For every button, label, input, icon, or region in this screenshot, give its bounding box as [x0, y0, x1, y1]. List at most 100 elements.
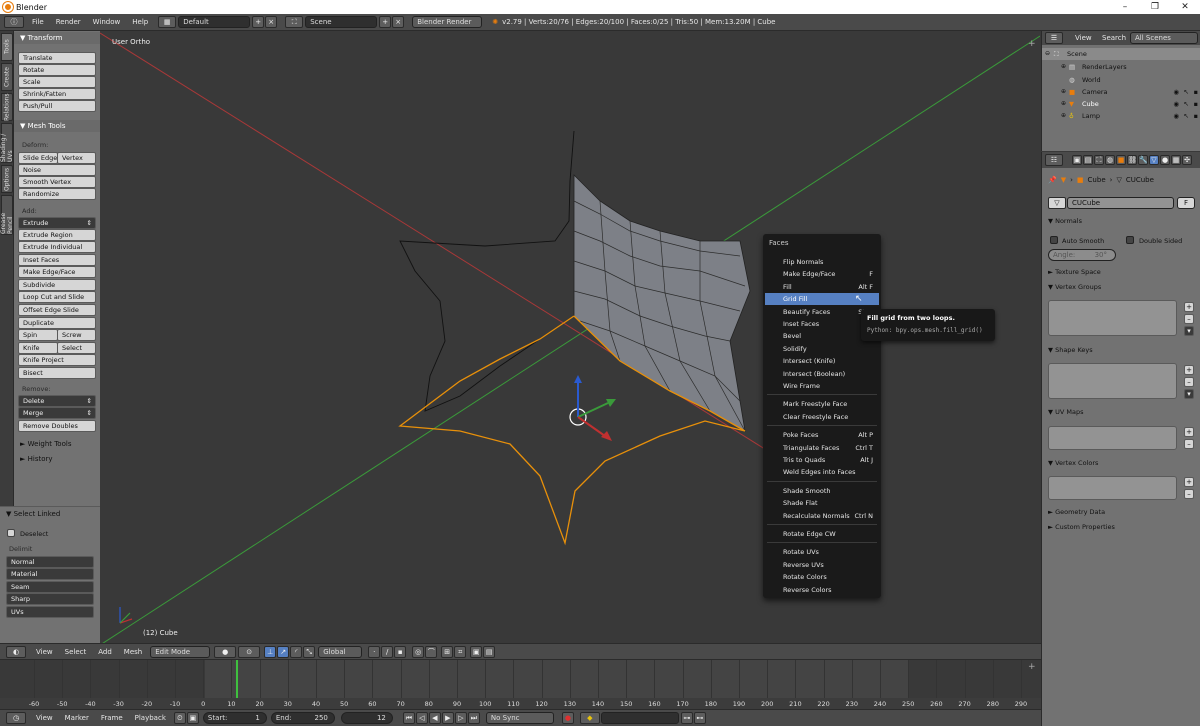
delimit-uvs-toggle[interactable]: UVs: [6, 606, 94, 618]
auto-keying-icon[interactable]: ●: [561, 712, 574, 724]
timeline-area[interactable]: -60 -50 -40 -30 -20 -10 0 10 20 30 40 50 60 70 80 90 100…: [0, 659, 1041, 710]
maximize-button[interactable]: ❐: [1140, 0, 1170, 14]
keying-set-field[interactable]: [600, 712, 679, 724]
spin-button[interactable]: Spin: [18, 329, 58, 341]
render-camera-icon[interactable]: ▪: [1194, 86, 1198, 98]
remove-doubles-button[interactable]: Remove Doubles: [18, 420, 96, 432]
edge-select-mode-icon[interactable]: /: [381, 645, 394, 658]
scene-icon-button[interactable]: ⛶: [285, 16, 304, 28]
extrude-select[interactable]: Extrude ⇕: [18, 217, 96, 229]
knife-button[interactable]: Knife: [18, 342, 58, 354]
rotate-manipulator-icon[interactable]: ◜: [290, 645, 303, 658]
render-camera-icon[interactable]: ▪: [1194, 98, 1198, 110]
expand-icon[interactable]: ⊕: [1061, 61, 1066, 73]
normals-panel-header[interactable]: ▼ Normals: [1048, 217, 1082, 225]
auto-smooth-checkbox[interactable]: [1050, 236, 1058, 244]
timeline-menu-frame[interactable]: Frame: [101, 714, 123, 722]
uv-maps-list[interactable]: [1048, 426, 1177, 450]
menu-item-fill[interactable]: Fill Alt F: [765, 281, 879, 293]
data-tab-icon[interactable]: ▽: [1149, 155, 1159, 165]
lock-frames-icon[interactable]: ▣: [186, 712, 199, 724]
subdivide-button[interactable]: Subdivide: [18, 279, 96, 291]
tab-create[interactable]: Create: [1, 63, 13, 91]
menu-item-weld-edges-into-faces[interactable]: Weld Edges into Faces: [765, 466, 879, 478]
material-tab-icon[interactable]: ●: [1160, 155, 1170, 165]
mesh-name-field[interactable]: CUCube: [1067, 197, 1174, 209]
deselect-checkbox[interactable]: [7, 529, 15, 537]
outliner-row-cube[interactable]: ⊕ ▼ Cube ◉ ↖ ▪: [1042, 98, 1200, 110]
geometry-data-panel-header[interactable]: ► Geometry Data: [1048, 508, 1105, 516]
manipulator-toggle-icon[interactable]: ⊥: [264, 645, 277, 658]
texture-space-panel-header[interactable]: ► Texture Space: [1048, 268, 1101, 276]
menu-item-mark-freestyle-face[interactable]: Mark Freestyle Face: [765, 398, 879, 410]
tab-grease-pencil[interactable]: Grease Pencil: [0, 195, 14, 235]
face-select-mode-icon[interactable]: ▪: [394, 645, 407, 658]
tab-options[interactable]: Options: [1, 165, 13, 193]
shape-keys-panel-header[interactable]: ▼ Shape Keys: [1048, 346, 1093, 354]
preview-range-icon[interactable]: ⏲: [173, 712, 186, 724]
visibility-eye-icon[interactable]: ◉: [1173, 98, 1179, 110]
timeline-menu-view[interactable]: View: [36, 714, 53, 722]
rotate-button[interactable]: Rotate: [18, 64, 96, 76]
vertex-colors-list[interactable]: [1048, 476, 1177, 500]
menu-item-reverse-uvs[interactable]: Reverse UVs: [765, 559, 879, 571]
menu-add[interactable]: Add: [98, 648, 112, 656]
delete-select[interactable]: Delete ⇕: [18, 395, 96, 407]
select-arrow-icon[interactable]: ↖: [1184, 98, 1189, 110]
editor-type-outliner-icon[interactable]: ☰: [1045, 32, 1063, 44]
menu-item-make-edge-face[interactable]: Make Edge/Face F: [765, 268, 879, 280]
vertex-group-specials-button[interactable]: ▾: [1184, 326, 1194, 336]
collapse-icon[interactable]: ⊖: [1045, 48, 1050, 60]
menu-item-rotate-uvs[interactable]: Rotate UVs: [765, 546, 879, 558]
menu-item-shade-flat[interactable]: Shade Flat: [765, 497, 879, 509]
timeline-menu-marker[interactable]: Marker: [65, 714, 89, 722]
push-pull-button[interactable]: Push/Pull: [18, 100, 96, 112]
randomize-button[interactable]: Randomize: [18, 188, 96, 200]
select-linked-panel-header[interactable]: ▼ Select Linked: [0, 508, 100, 520]
remove-uv-map-button[interactable]: –: [1184, 439, 1194, 449]
offset-edge-slide-button[interactable]: Offset Edge Slide: [18, 304, 96, 316]
menu-item-tris-to-quads[interactable]: Tris to Quads Alt J: [765, 454, 879, 466]
menu-item-solidify[interactable]: Solidify: [765, 343, 879, 355]
weight-tools-panel-header[interactable]: ► Weight Tools: [14, 438, 100, 450]
menu-help[interactable]: Help: [132, 18, 148, 26]
outliner-row-world[interactable]: ◍ World: [1042, 74, 1200, 86]
snap-element-icon[interactable]: ⌗: [454, 645, 467, 658]
delete-keyframe-icon[interactable]: ⊷: [693, 712, 706, 724]
slide-edge-button[interactable]: Slide Edge: [18, 152, 58, 164]
outliner-row-renderlayers[interactable]: ⊕ ▤ RenderLayers: [1042, 61, 1200, 73]
select-arrow-icon[interactable]: ↖: [1184, 86, 1189, 98]
close-window-button[interactable]: ✕: [1170, 0, 1200, 14]
end-frame-field[interactable]: End: 250: [270, 712, 335, 724]
insert-keyframe-icon[interactable]: ⊶: [680, 712, 693, 724]
outliner-view-menu[interactable]: View: [1075, 34, 1092, 42]
outliner-row-lamp[interactable]: ⊕ ♁ Lamp ◉ ↖ ▪: [1042, 110, 1200, 122]
add-vertex-group-button[interactable]: +: [1184, 302, 1194, 312]
menu-view[interactable]: View: [36, 648, 53, 656]
add-vertex-color-button[interactable]: +: [1184, 477, 1194, 487]
menu-item-shade-smooth[interactable]: Shade Smooth: [765, 485, 879, 497]
knife-select-button[interactable]: Select: [57, 342, 96, 354]
screen-layout-field[interactable]: Default: [178, 16, 251, 28]
add-screen-button[interactable]: +: [252, 16, 265, 28]
bisect-button[interactable]: Bisect: [18, 367, 96, 379]
play-icon[interactable]: ▶: [441, 712, 454, 724]
menu-file[interactable]: File: [32, 18, 44, 26]
current-frame-indicator[interactable]: [236, 660, 238, 698]
viewport-expand-icon[interactable]: +: [1028, 39, 1038, 49]
vertex-colors-panel-header[interactable]: ▼ Vertex Colors: [1048, 459, 1098, 467]
merge-select[interactable]: Merge ⇕: [18, 407, 96, 419]
expand-icon[interactable]: ⊕: [1061, 98, 1066, 110]
menu-item-rotate-edge-cw[interactable]: Rotate Edge CW: [765, 528, 879, 540]
menu-item-poke-faces[interactable]: Poke Faces Alt P: [765, 429, 879, 441]
render-camera-icon[interactable]: ▪: [1194, 110, 1198, 122]
mesh-tools-panel-header[interactable]: ▼ Mesh Tools: [14, 120, 100, 132]
mesh-browse-icon[interactable]: ▽: [1048, 197, 1066, 209]
world-tab-icon[interactable]: ◍: [1105, 155, 1115, 165]
outliner-row-scene[interactable]: ⊖ ⛶ Scene: [1042, 48, 1200, 60]
make-edge-face-button[interactable]: Make Edge/Face: [18, 266, 96, 278]
outliner-row-camera[interactable]: ⊕ ■ Camera ◉ ↖ ▪: [1042, 86, 1200, 98]
scene-tab-icon[interactable]: ⛶: [1094, 155, 1104, 165]
remove-screen-button[interactable]: ×: [265, 16, 278, 28]
slide-vertex-button[interactable]: Vertex: [57, 152, 96, 164]
